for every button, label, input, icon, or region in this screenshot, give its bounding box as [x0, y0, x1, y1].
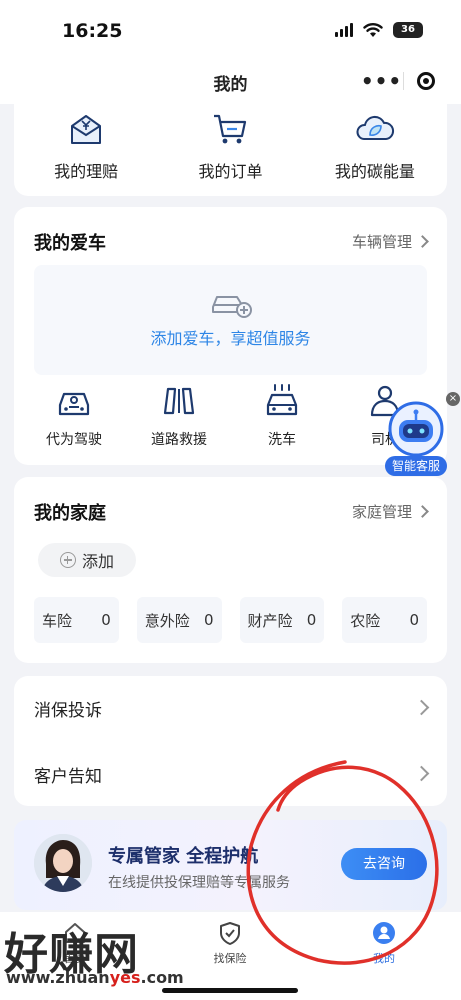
chevron-right-icon	[413, 765, 430, 782]
watermark-url-prefix: www.zhuan	[6, 968, 110, 987]
quick-action-carbon[interactable]: 我的碳能量	[303, 104, 447, 196]
quick-action-orders[interactable]: 我的订单	[158, 104, 302, 196]
close-mini-program-button[interactable]	[404, 72, 447, 90]
quick-action-label: 我的理赔	[54, 162, 119, 181]
add-family-member-button[interactable]: 添加	[38, 543, 136, 577]
robot-icon	[388, 401, 444, 457]
more-options-icon[interactable]: •••	[360, 69, 403, 93]
stat-label: 财产险	[247, 611, 293, 630]
vehicle-management-link[interactable]: 车辆管理	[351, 231, 429, 252]
status-bar: 16:25 36	[0, 0, 461, 60]
plus-circle-icon	[59, 552, 76, 568]
mini-program-capsule: •••	[360, 64, 447, 98]
my-car-card: 我的爱车 车辆管理 添加爱车，享超值服务 代为驾驶 道路救援 洗车 司机	[14, 207, 447, 465]
add-car-icon-wrap	[34, 285, 427, 321]
smart-customer-service-label: 智能客服	[385, 456, 447, 476]
service-label: 洗车	[268, 432, 296, 448]
my-car-header: 我的爱车 车辆管理	[34, 229, 429, 254]
home-indicator	[162, 988, 298, 993]
add-car-text: 添加爱车，享超值服务	[150, 329, 311, 348]
claim-envelope-icon	[71, 115, 102, 144]
stat-accident[interactable]: 意外险 0	[136, 597, 222, 643]
tab-mine[interactable]: 我的	[339, 920, 429, 966]
road-rescue-icon	[163, 387, 195, 415]
battery-icon: 36	[393, 22, 423, 38]
car-wash-icon	[266, 384, 298, 416]
stat-value: 0	[101, 611, 111, 629]
status-time: 16:25	[62, 20, 123, 42]
my-car-title: 我的爱车	[34, 233, 106, 254]
family-management-link[interactable]: 家庭管理	[351, 501, 429, 522]
status-icons: 36	[335, 22, 423, 38]
my-family-card: 我的家庭 家庭管理 添加 车险 0 意外险 0 财产险 0 农险 0	[14, 477, 447, 663]
vehicle-management-label: 车辆管理	[351, 233, 412, 251]
target-close-icon	[416, 72, 435, 90]
menu-item-customer-notice[interactable]: 客户告知	[34, 742, 430, 806]
wifi-icon	[363, 23, 383, 37]
chevron-right-icon	[416, 235, 429, 248]
quick-action-label: 我的碳能量	[334, 162, 415, 181]
service-road-rescue[interactable]: 道路救援	[139, 383, 219, 449]
stat-property[interactable]: 财产险 0	[239, 597, 325, 643]
tab-find-insurance[interactable]: 找保险	[185, 920, 275, 966]
profile-active-icon	[373, 922, 395, 944]
consult-button[interactable]: 去咨询	[341, 848, 427, 880]
close-icon[interactable]: ×	[446, 392, 460, 406]
tab-label: 我的	[373, 952, 395, 965]
cart-icon	[214, 114, 247, 144]
menu-item-label: 消保投诉	[34, 700, 102, 721]
menu-item-complaints[interactable]: 消保投诉	[34, 676, 430, 740]
quick-actions-card: 我的理赔 我的订单 我的碳能量	[14, 104, 447, 196]
service-chauffeur[interactable]: 代为驾驶	[34, 383, 114, 449]
watermark-url: www.zhuanyes.com	[6, 968, 184, 987]
cellular-signal-icon	[335, 23, 353, 37]
add-family-label: 添加	[81, 552, 114, 571]
agent-avatar	[34, 834, 92, 892]
stat-label: 车险	[42, 611, 73, 630]
insurance-stats: 车险 0 意外险 0 财产险 0 农险 0	[34, 597, 427, 643]
banner-subtitle: 在线提供投保理赔等专属服务	[108, 875, 290, 891]
quick-action-label: 我的订单	[198, 162, 263, 181]
service-car-wash[interactable]: 洗车	[242, 383, 322, 449]
shield-check-icon	[220, 922, 240, 945]
add-car-button[interactable]	[34, 265, 427, 375]
add-car-icon	[211, 296, 252, 318]
quick-action-claims[interactable]: 我的理赔	[14, 104, 158, 196]
chevron-right-icon	[416, 505, 429, 518]
stat-auto[interactable]: 车险 0	[34, 597, 119, 643]
agent-portrait-icon	[34, 834, 92, 892]
menu-item-label: 客户告知	[34, 766, 102, 787]
chevron-right-icon	[413, 699, 430, 716]
my-family-title: 我的家庭	[34, 503, 106, 524]
watermark-url-red: yes	[109, 968, 141, 987]
banner-title: 专属管家 全程护航	[108, 846, 259, 867]
leaf-cloud-icon	[356, 115, 394, 140]
service-label: 代为驾驶	[46, 432, 102, 448]
chauffeur-car-icon	[58, 392, 90, 416]
watermark-url-suffix: .com	[140, 968, 184, 987]
menu-card: 消保投诉 客户告知	[14, 676, 447, 806]
stat-value: 0	[203, 611, 214, 629]
nav-bar: 我的 •••	[0, 60, 461, 104]
stat-value: 0	[306, 611, 317, 629]
stat-label: 农险	[350, 611, 381, 630]
stat-agriculture[interactable]: 农险 0	[342, 597, 427, 643]
my-family-header: 我的家庭 家庭管理	[34, 499, 429, 524]
concierge-banner[interactable]: 专属管家 全程护航 在线提供投保理赔等专属服务 去咨询	[14, 820, 447, 910]
tab-label: 找保险	[213, 952, 247, 965]
stat-label: 意外险	[144, 611, 190, 630]
service-label: 道路救援	[151, 432, 207, 448]
stat-value: 0	[409, 611, 419, 629]
family-management-label: 家庭管理	[351, 503, 412, 521]
